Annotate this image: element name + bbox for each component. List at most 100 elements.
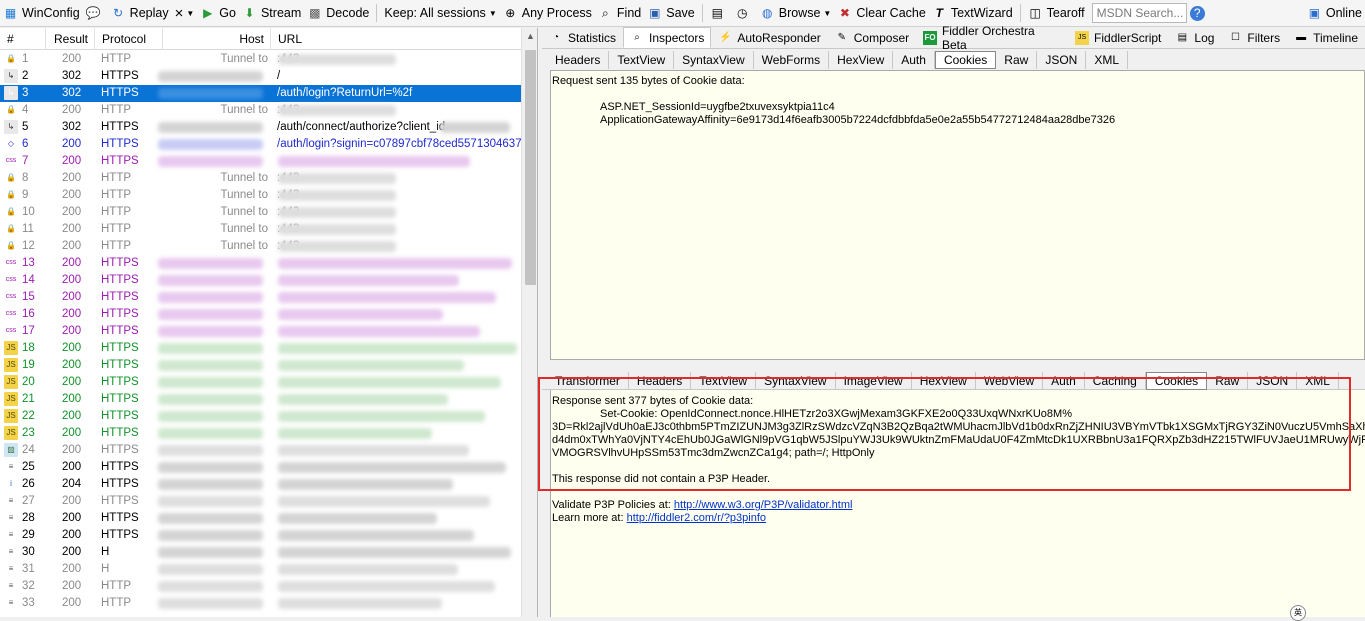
request-tab-auth[interactable]: Auth xyxy=(893,51,935,69)
tab-timeline[interactable]: ▬ Timeline xyxy=(1287,28,1365,48)
help-button[interactable]: ? xyxy=(1187,0,1212,27)
session-row[interactable]: 🔒10200HTTPTunnel to:443 xyxy=(0,204,521,221)
session-row[interactable]: JS 19 200 HTTPS xyxy=(0,357,521,374)
column-header-result[interactable]: Result xyxy=(47,28,95,50)
tab-composer[interactable]: ✎ Composer xyxy=(828,28,916,48)
msdn-search-input[interactable]: MSDN Search... xyxy=(1091,3,1187,23)
session-row[interactable]: JS 18 200 HTTPS xyxy=(0,340,521,357)
request-tab-textview[interactable]: TextView xyxy=(609,51,675,69)
session-row[interactable]: JS 21 200 HTTPS xyxy=(0,391,521,408)
ime-icon[interactable]: 英 xyxy=(1290,605,1306,621)
response-tab-xml[interactable]: XML xyxy=(1297,372,1339,390)
session-row[interactable]: css 17 200 HTTPS xyxy=(0,323,521,340)
response-tab-caching[interactable]: Caching xyxy=(1085,372,1146,390)
replay-button[interactable]: ↻ Replay xyxy=(108,0,172,27)
session-list-scrollbar[interactable]: ▲ xyxy=(521,28,537,617)
pane-splitter[interactable] xyxy=(542,360,1365,366)
session-row[interactable]: ≡ 30 200 H xyxy=(0,544,521,561)
p3p-info-link[interactable]: http://fiddler2.com/r/?p3pinfo xyxy=(627,512,766,524)
timer-button[interactable]: ◷ xyxy=(732,0,757,27)
request-tab-cookies[interactable]: Cookies xyxy=(934,51,997,69)
response-tab-transformer[interactable]: Transformer xyxy=(547,372,629,390)
response-tab-webview[interactable]: WebView xyxy=(976,372,1044,390)
stream-button[interactable]: ⬇ Stream xyxy=(239,0,304,27)
column-header-number[interactable]: # xyxy=(0,28,46,50)
session-row[interactable]: css 13 200 HTTPS xyxy=(0,255,521,272)
session-row[interactable]: ↳ 5 302 HTTPS/auth/connect/authorize?client… xyxy=(0,119,521,136)
session-row[interactable]: ≡ 33 200 HTTP xyxy=(0,595,521,612)
scroll-up-icon[interactable]: ▲ xyxy=(522,28,537,45)
session-row[interactable]: ≡ 29 200 HTTPS xyxy=(0,527,521,544)
scrollbar-thumb[interactable] xyxy=(525,50,536,285)
find-button[interactable]: ⌕ Find xyxy=(595,0,644,27)
session-row[interactable]: ≡ 31 200 H xyxy=(0,561,521,578)
session-row[interactable]: 🔒12200HTTPTunnel to:443 xyxy=(0,238,521,255)
composer-icon: ✎ xyxy=(837,32,846,43)
online-status[interactable]: ▣ Online xyxy=(1304,0,1365,27)
session-row[interactable]: ≡ 27 200 HTTPS xyxy=(0,493,521,510)
session-number: 2 xyxy=(22,70,29,82)
response-tab-syntaxview[interactable]: SyntaxView xyxy=(756,372,836,390)
column-header-url[interactable]: URL xyxy=(271,28,521,50)
clear-cache-button[interactable]: ✖ Clear Cache xyxy=(834,0,928,27)
session-row[interactable]: ≡ 32 200 HTTP xyxy=(0,578,521,595)
comment-button[interactable]: 💬 xyxy=(83,0,108,27)
validator-link[interactable]: http://www.w3.org/P3P/validator.html xyxy=(674,499,853,511)
session-row[interactable]: i 26 204 HTTPS xyxy=(0,476,521,493)
session-row[interactable]: 🔒11200HTTPTunnel to:443 xyxy=(0,221,521,238)
session-row[interactable]: 🔒8200HTTPTunnel to:443 xyxy=(0,170,521,187)
response-tab-cookies[interactable]: Cookies xyxy=(1145,372,1208,390)
session-row[interactable]: 🔒1200HTTPTunnel to:443 xyxy=(0,51,521,68)
session-row[interactable]: css 16 200 HTTPS xyxy=(0,306,521,323)
session-row[interactable]: ≡ 25 200 HTTPS xyxy=(0,459,521,476)
session-row[interactable]: JS 20 200 HTTPS xyxy=(0,374,521,391)
screenshot-button[interactable]: ▤ xyxy=(707,0,732,27)
session-row[interactable]: 🔒4200HTTPTunnel to:443 xyxy=(0,102,521,119)
session-row[interactable]: ↳ 3 302 HTTPS/auth/login?ReturnUrl=%2f xyxy=(0,85,521,102)
session-row[interactable]: JS 23 200 HTTPS xyxy=(0,425,521,442)
tearoff-button[interactable]: ◫ Tearoff xyxy=(1025,0,1088,27)
request-tab-webforms[interactable]: WebForms xyxy=(754,51,830,69)
textwizard-button[interactable]: T TextWizard xyxy=(929,0,1016,27)
tab-inspectors[interactable]: ⌕ Inspectors xyxy=(623,27,712,48)
response-tab-hexview[interactable]: HexView xyxy=(912,372,976,390)
tab-fiddler-orchestra-beta[interactable]: FO Fiddler Orchestra Beta xyxy=(916,24,1068,52)
remove-button[interactable]: × ▼ xyxy=(172,0,198,27)
session-row[interactable]: ◇ 6 200 HTTPS/auth/login?signin=c07897cbf78… xyxy=(0,136,521,153)
session-row[interactable]: JS 22 200 HTTPS xyxy=(0,408,521,425)
column-header-protocol[interactable]: Protocol xyxy=(95,28,163,50)
keep-sessions-dropdown[interactable]: Keep: All sessions ▼ xyxy=(381,0,499,27)
session-row[interactable]: ↳ 2 302 HTTPS / xyxy=(0,68,521,85)
request-tab-xml[interactable]: XML xyxy=(1086,51,1129,69)
session-row[interactable]: ▨ 24 200 HTTPS xyxy=(0,442,521,459)
response-tab-textview[interactable]: TextView xyxy=(691,372,757,390)
tab-filters[interactable]: ☐ Filters xyxy=(1221,28,1287,48)
column-header-host[interactable]: Host xyxy=(163,28,271,50)
response-tab-json[interactable]: JSON xyxy=(1248,372,1298,390)
request-tab-hexview[interactable]: HexView xyxy=(829,51,894,69)
browse-button[interactable]: ◍ Browse ▼ xyxy=(757,0,835,27)
session-row[interactable]: css 15 200 HTTPS xyxy=(0,289,521,306)
request-tab-syntaxview[interactable]: SyntaxView xyxy=(674,51,754,69)
tab-statistics[interactable]: ◔ Statistics xyxy=(542,28,623,48)
request-tab-raw[interactable]: Raw xyxy=(996,51,1038,69)
session-row[interactable]: ≡ 28 200 HTTPS xyxy=(0,510,521,527)
any-process-button[interactable]: ⊕ Any Process xyxy=(500,0,595,27)
response-tab-imageview[interactable]: ImageView xyxy=(836,372,912,390)
response-tab-raw[interactable]: Raw xyxy=(1207,372,1249,390)
request-tab-json[interactable]: JSON xyxy=(1037,51,1087,69)
response-tab-headers[interactable]: Headers xyxy=(629,372,692,390)
session-row[interactable]: css 14 200 HTTPS xyxy=(0,272,521,289)
session-row[interactable]: css 7 200 HTTPS xyxy=(0,153,521,170)
response-tab-auth[interactable]: Auth xyxy=(1043,372,1085,390)
save-button[interactable]: ▣ Save xyxy=(644,0,698,27)
request-tab-headers[interactable]: Headers xyxy=(547,51,610,69)
session-row[interactable]: 🔒9200HTTPTunnel to:443 xyxy=(0,187,521,204)
tab-fiddlerscript[interactable]: JS FiddlerScript xyxy=(1068,28,1168,48)
session-protocol: HTTPS xyxy=(101,444,139,456)
go-button[interactable]: ▶ Go xyxy=(197,0,239,27)
tab-log[interactable]: ▤ Log xyxy=(1168,28,1221,48)
tab-autoresponder[interactable]: ⚡ AutoResponder xyxy=(711,28,827,48)
decode-button[interactable]: ▩ Decode xyxy=(304,0,372,27)
winconfig-button[interactable]: ▦ WinConfig xyxy=(0,0,83,27)
